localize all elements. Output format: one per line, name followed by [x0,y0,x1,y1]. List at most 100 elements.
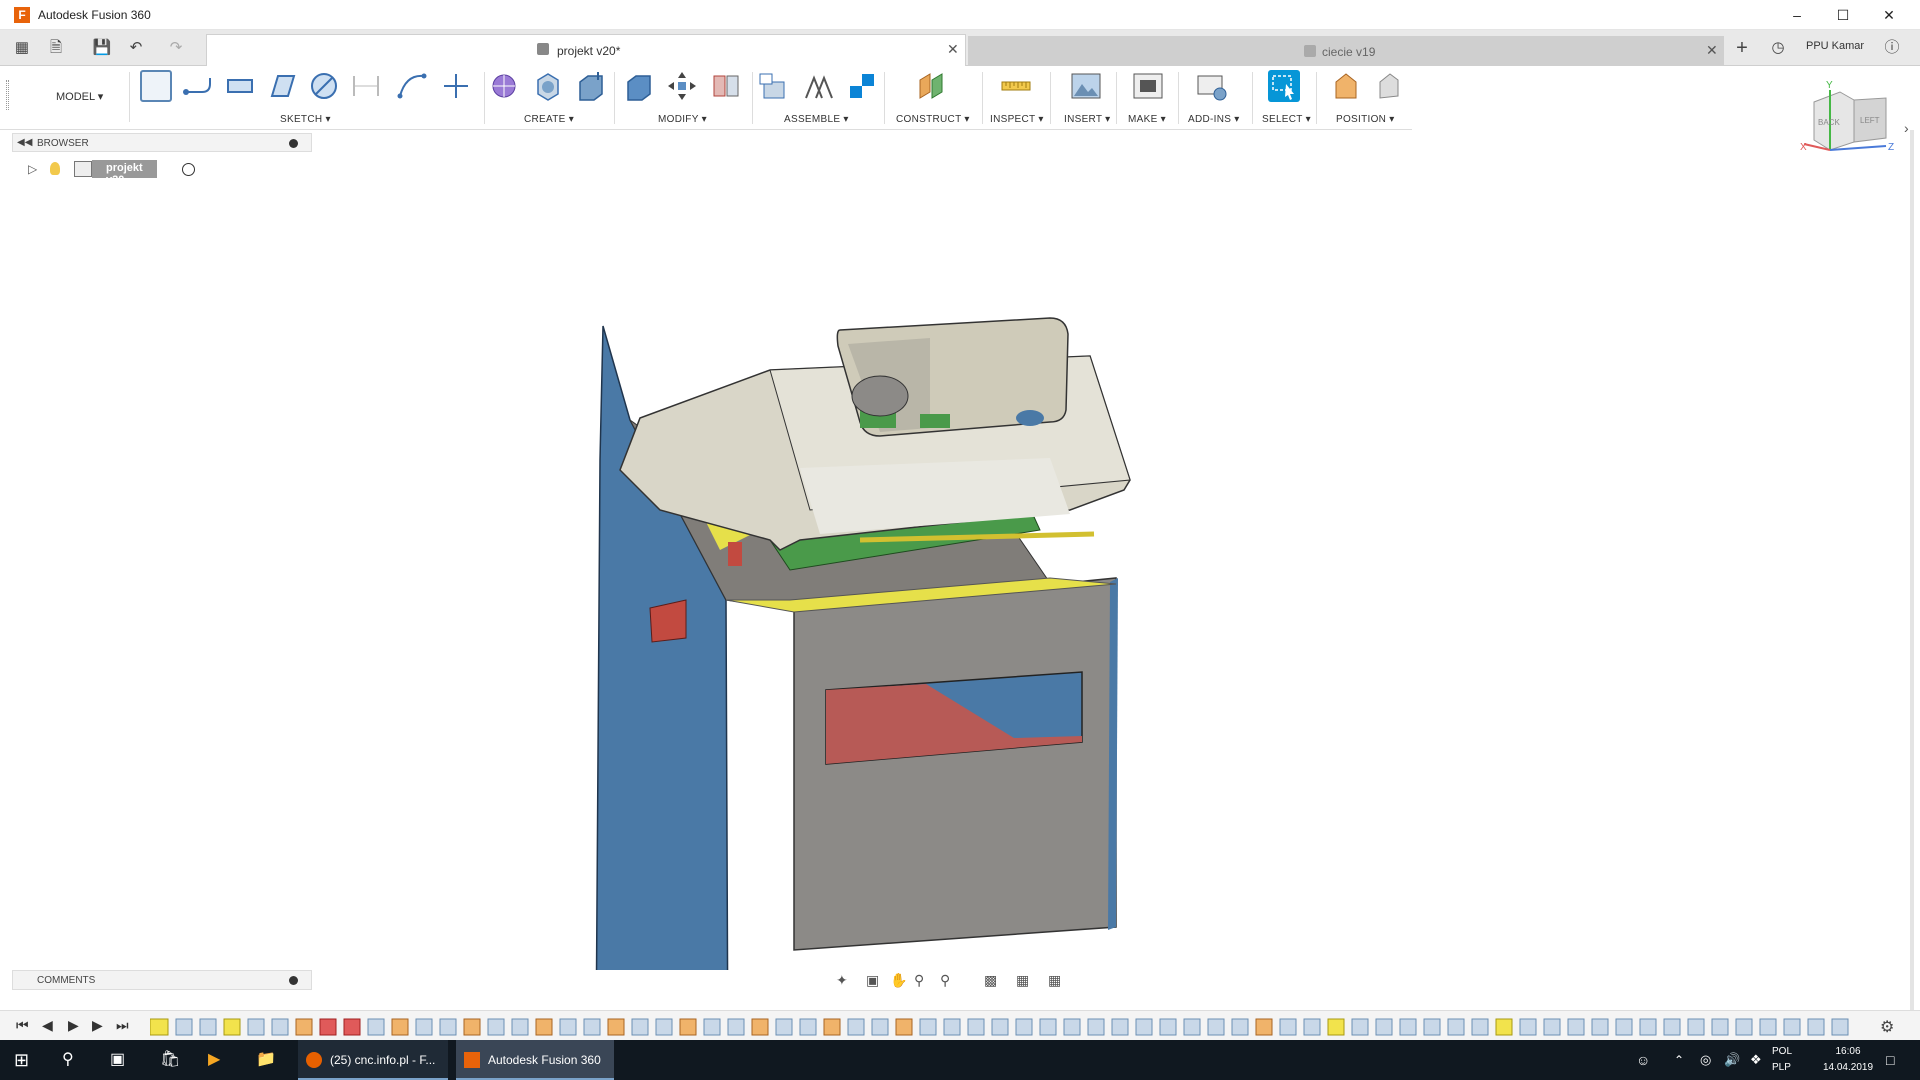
workspace-switcher[interactable]: MODEL ▾ [14,72,130,122]
timeline-prev-icon[interactable]: ◀ [42,1017,53,1034]
pan-icon[interactable]: ✋ [890,972,907,989]
comments-panel[interactable]: COMMENTS [12,970,312,990]
revert-position-icon[interactable] [1372,70,1404,102]
scripts-addins-icon[interactable] [1196,70,1228,102]
timeline-end-icon[interactable]: ⏭ [116,1017,129,1034]
minimize-button[interactable]: – [1774,0,1820,30]
bluetooth-icon[interactable]: ❖ [1750,1040,1762,1080]
toolbar-separator [1116,72,1117,124]
timeline-features[interactable] [150,1017,1870,1039]
search-icon[interactable]: ⚲ [62,1040,74,1080]
sphere-tool-icon[interactable] [532,70,564,102]
close-tab-icon[interactable]: ✕ [947,41,959,58]
volume-icon[interactable]: 🔊 [1724,1040,1740,1080]
viewport-scrollbar[interactable] [1910,130,1914,1010]
close-tab-icon[interactable]: ✕ [1706,42,1718,59]
language-bottom[interactable]: PLP [1772,1062,1791,1073]
group-assemble[interactable]: ASSEMBLE ▾ [784,114,849,125]
help-icon[interactable]: ⓘ [1882,38,1902,58]
taskbar-firefox[interactable]: (25) cnc.info.pl - F... [298,1040,448,1080]
group-make[interactable]: MAKE ▾ [1128,114,1166,125]
data-panel-grid-icon[interactable]: ▦ [12,38,32,58]
grid-settings-icon[interactable]: ▦ [1016,972,1029,989]
select-tool-icon[interactable] [1268,70,1300,102]
viewports-icon[interactable]: ▦ [1048,972,1061,989]
group-select[interactable]: SELECT ▾ [1262,114,1311,125]
clock-date[interactable]: 14.04.2019 [1810,1062,1886,1073]
3d-print-icon[interactable] [1132,70,1164,102]
toolbar-separator [1252,72,1253,124]
axis-x-label: X [1800,142,1807,153]
split-body-icon[interactable] [710,70,742,102]
file-menu-icon[interactable]: 🗎 [46,38,66,58]
clock-time[interactable]: 16:06 [1820,1046,1876,1057]
file-explorer-icon[interactable]: 📁 [256,1040,276,1080]
spline-tool-icon[interactable] [396,70,428,102]
taskbar-fusion[interactable]: Autodesk Fusion 360 [456,1040,614,1080]
group-construct[interactable]: CONSTRUCT ▾ [896,114,970,125]
show-hidden-icons[interactable]: ⌃ [1674,1040,1684,1080]
red-component [728,542,742,566]
joint-icon[interactable] [802,70,834,102]
offset-tool-icon[interactable] [266,70,298,102]
move-tool-icon[interactable] [666,70,698,102]
group-add-ins[interactable]: ADD-INS ▾ [1188,114,1240,125]
undo-icon[interactable]: ↶ [126,38,146,58]
measure-icon[interactable] [1000,70,1032,102]
line-tool-icon[interactable] [182,70,214,102]
add-comment-icon[interactable] [289,976,298,985]
new-component-icon[interactable] [758,70,790,102]
viewcube-menu-icon[interactable]: › [1904,120,1909,136]
notifications-icon[interactable]: □ [1886,1040,1894,1080]
toolbar-separator [1050,72,1051,124]
user-name[interactable]: PPU Kamar [1806,40,1864,52]
press-pull-icon[interactable] [622,70,654,102]
capture-position-icon[interactable] [1330,70,1362,102]
group-position[interactable]: POSITION ▾ [1336,114,1395,125]
fusion-logo-icon: F [14,7,30,23]
windows-start-icon[interactable]: ⊞ [14,1040,29,1080]
zoom-icon[interactable]: ⚲ [914,972,924,989]
canvas-image-icon[interactable] [1070,70,1102,102]
group-inspect[interactable]: INSPECT ▾ [990,114,1044,125]
timeline-next-icon[interactable]: ▶ [92,1017,103,1034]
extrude-tool-icon[interactable] [574,70,606,102]
people-icon[interactable]: ☺ [1636,1040,1650,1080]
timeline-play-icon[interactable]: ▶ [68,1017,79,1034]
look-at-icon[interactable]: ▣ [866,972,879,989]
maximize-button[interactable]: ☐ [1820,0,1866,30]
form-tool-icon[interactable] [490,70,522,102]
job-status-icon[interactable]: ◷ [1768,38,1788,58]
group-insert[interactable]: INSERT ▾ [1064,114,1111,125]
timeline-start-icon[interactable]: ⏮ [16,1017,29,1034]
display-settings-icon[interactable]: ▩ [984,972,997,989]
circle-tool-icon[interactable] [308,70,340,102]
save-icon[interactable]: 💾 [92,38,112,58]
new-tab-icon[interactable]: + [1732,38,1752,58]
tab-projekt-v20[interactable]: projekt v20* ✕ [206,34,966,66]
store-icon[interactable]: 🛍 [160,1040,180,1080]
offset-plane-icon[interactable] [916,70,948,102]
group-create[interactable]: CREATE ▾ [524,114,574,125]
tab-ciecie-v19[interactable]: ciecie v19 ✕ [968,36,1724,66]
dimension-tool-icon[interactable] [350,70,382,102]
group-modify[interactable]: MODIFY ▾ [658,114,707,125]
side-handle [649,599,687,643]
media-player-icon[interactable]: ▶ [208,1040,220,1080]
rectangle-tool-icon[interactable] [224,70,256,102]
redo-icon[interactable]: ↷ [166,38,186,58]
timeline-settings-icon[interactable]: ⚙ [1880,1017,1894,1037]
create-sketch-icon[interactable] [140,70,172,102]
network-icon[interactable]: ◎ [1700,1040,1711,1080]
group-sketch[interactable]: SKETCH ▾ [280,114,331,125]
viewcube[interactable]: BACK LEFT X Y Z [1800,80,1900,170]
close-window-button[interactable]: ✕ [1866,0,1912,30]
point-tool-icon[interactable] [440,70,472,102]
task-view-icon[interactable]: ▣ [110,1040,125,1080]
orbit-icon[interactable]: ✦ [836,972,848,989]
language-top[interactable]: POL [1772,1046,1792,1057]
rigid-group-icon[interactable] [846,70,878,102]
toolbar-grip[interactable] [6,80,9,110]
fit-icon[interactable]: ⚲ [940,972,950,989]
viewport-canvas[interactable] [0,130,1910,970]
